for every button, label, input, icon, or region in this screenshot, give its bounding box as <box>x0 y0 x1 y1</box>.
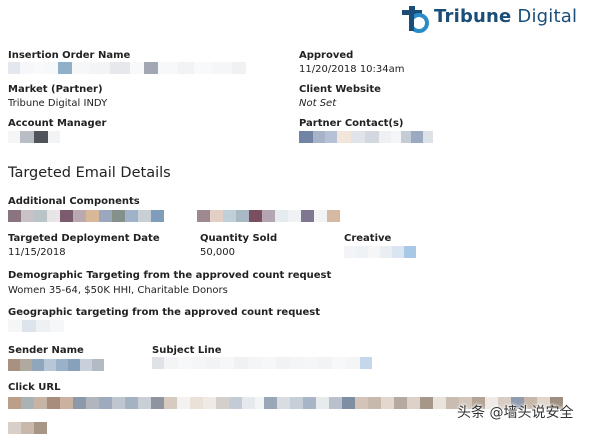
approved-label: Approved <box>299 50 354 61</box>
insertion-order-label: Insertion Order Name <box>8 50 131 61</box>
sender-name-label: Sender Name <box>8 345 84 356</box>
account-manager-label: Account Manager <box>8 118 107 129</box>
click-url-label: Click URL <box>8 382 61 393</box>
additional-components-label: Additional Components <box>8 196 140 207</box>
demographic-label: Demographic Targeting from the approved … <box>8 270 332 281</box>
approved-value: 11/20/2018 10:34am <box>299 64 405 75</box>
market-label: Market (Partner) <box>8 84 103 95</box>
redacted-creative <box>344 246 416 258</box>
redacted-subject-line <box>152 357 372 369</box>
creative-label: Creative <box>344 233 392 244</box>
watermark: 头条 @墙头说安全 <box>457 405 574 421</box>
redacted-click-url-3 <box>8 422 47 434</box>
demographic-value: Women 35-64, $50K HHI, Charitable Donors <box>8 285 228 296</box>
client-website-value: Not Set <box>299 98 337 109</box>
redacted-sender-name <box>8 359 104 371</box>
geographic-label: Geographic targeting from the approved c… <box>8 307 321 318</box>
market-value: Tribune Digital INDY <box>8 98 108 109</box>
redacted-click-url <box>8 397 268 409</box>
client-website-label: Client Website <box>299 84 381 95</box>
partner-contacts-label: Partner Contact(s) <box>299 118 404 129</box>
brand-bold: Tribune <box>434 6 512 27</box>
quantity-sold-value: 50,000 <box>200 247 235 258</box>
deployment-date-label: Targeted Deployment Date <box>8 233 160 244</box>
redacted-additional-components-1 <box>8 210 164 222</box>
quantity-sold-label: Quantity Sold <box>200 233 278 244</box>
tribune-logo-icon <box>400 5 430 33</box>
subject-line-label: Subject Line <box>152 345 222 356</box>
redacted-geographic <box>8 320 64 332</box>
redacted-insertion-order-name <box>8 62 246 74</box>
deployment-date-value: 11/15/2018 <box>8 247 66 258</box>
redacted-partner-contacts <box>299 131 433 143</box>
brand-regular: Digital <box>511 6 578 27</box>
redacted-additional-components-2 <box>197 210 340 222</box>
redacted-account-manager <box>8 131 60 143</box>
section-title: Targeted Email Details <box>8 165 171 181</box>
brand-name: Tribune Digital <box>434 6 577 27</box>
